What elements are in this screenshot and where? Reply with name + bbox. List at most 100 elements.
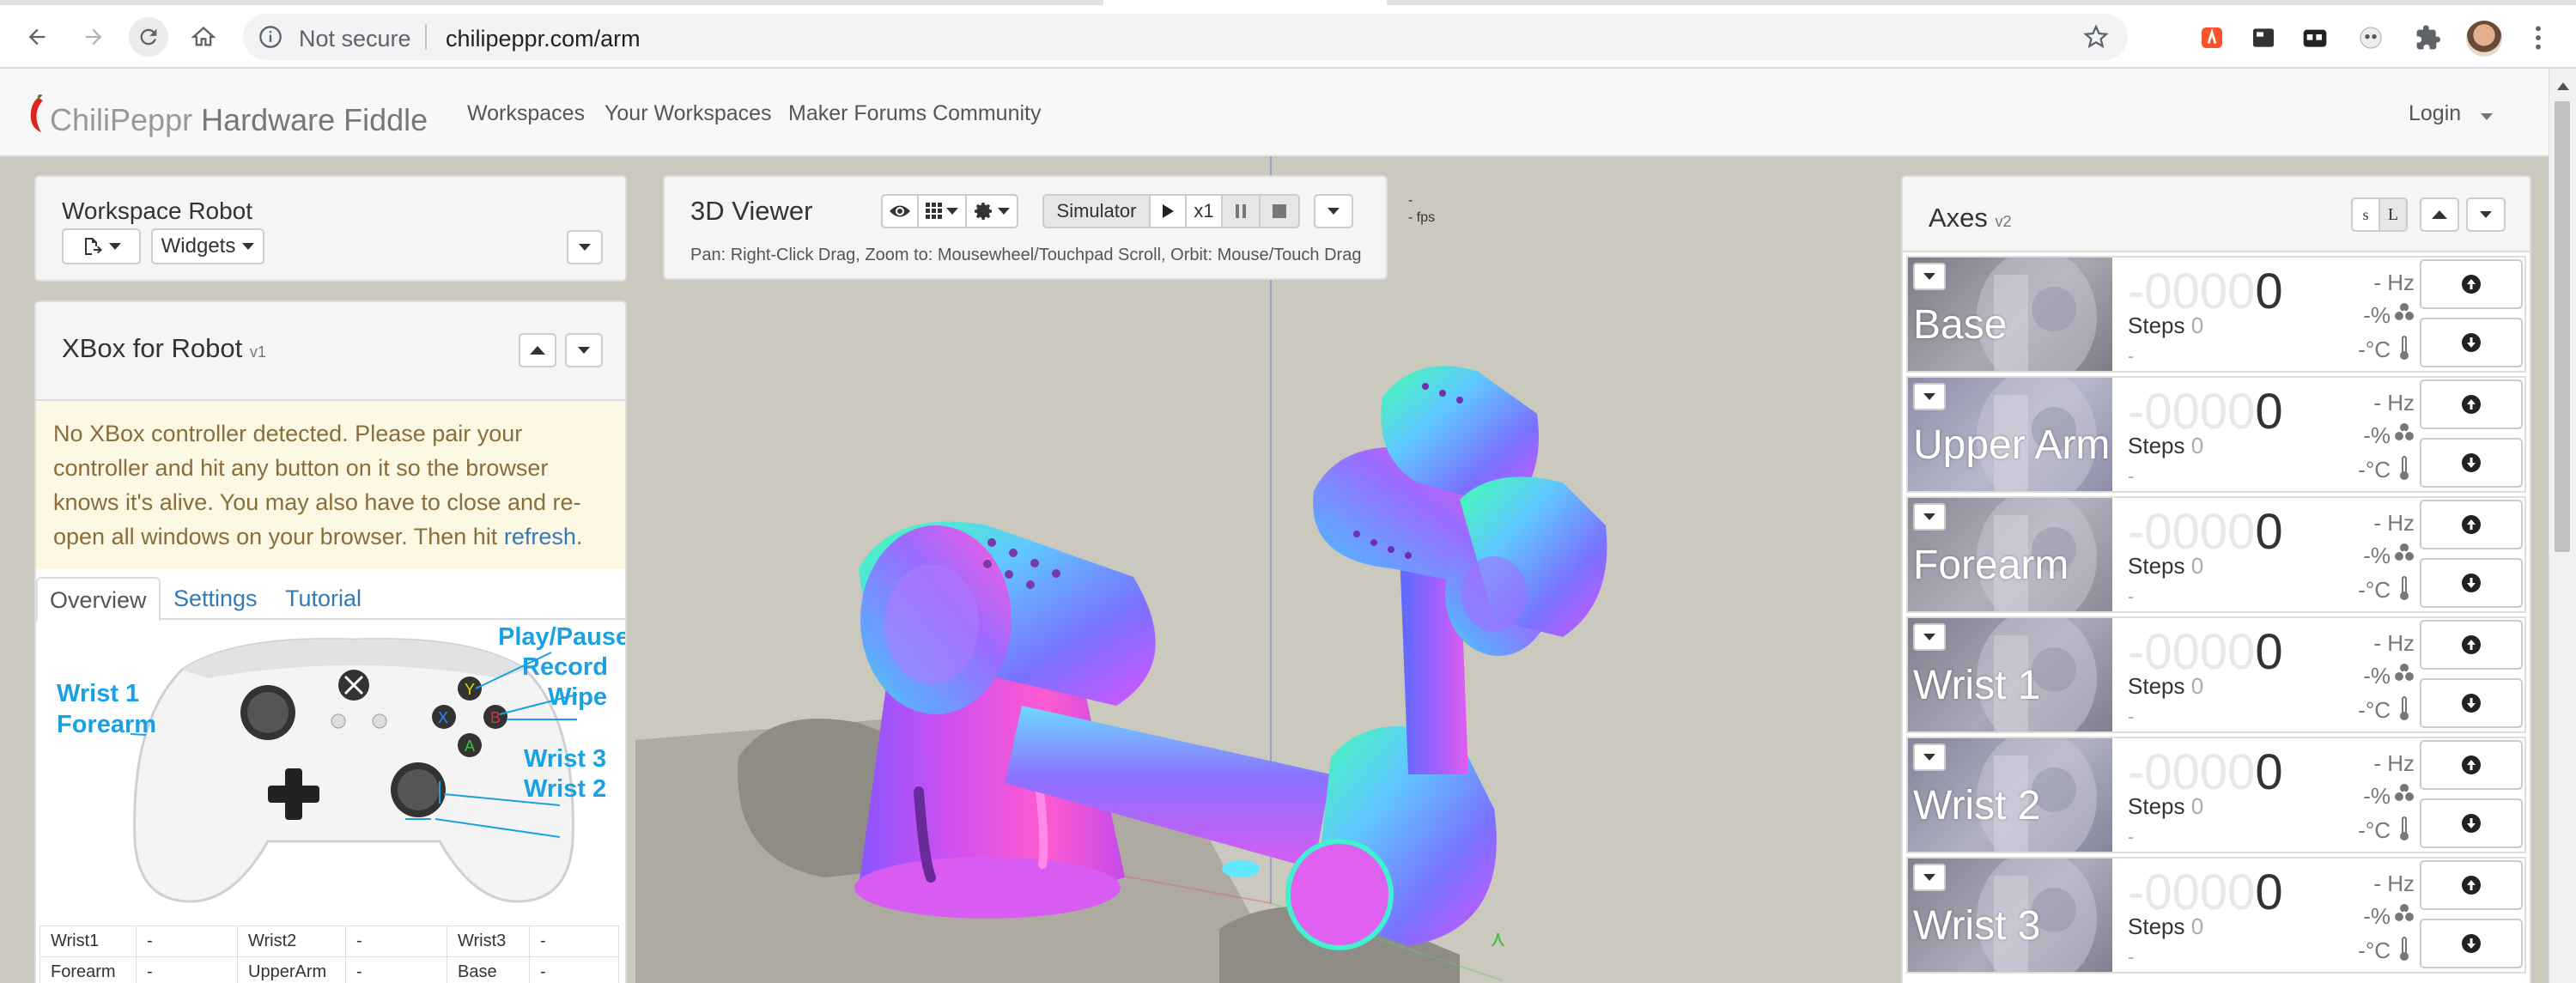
thermometer-icon — [2400, 937, 2409, 961]
scrollbar-thumb[interactable] — [2555, 101, 2570, 552]
nav-link-your-workspaces[interactable]: Your Workspaces — [605, 101, 772, 126]
workspace-import-button[interactable] — [62, 228, 141, 264]
axis-steps: Steps 0 — [2128, 433, 2203, 459]
home-button[interactable] — [184, 17, 223, 57]
back-button[interactable] — [17, 17, 57, 57]
arrow-circle-up-icon — [2462, 275, 2481, 294]
site-brand[interactable]: ChiliPeppr Hardware Fiddle — [26, 94, 428, 138]
axis-row: Forearm -00000 Steps 0-- Hz -% -°C — [1906, 496, 2526, 613]
table-cell: - — [529, 925, 619, 957]
tab-tutorial[interactable]: Tutorial — [273, 577, 374, 622]
pause-button[interactable] — [1221, 194, 1261, 228]
table-cell: - — [529, 956, 619, 983]
xbox-collapse-button[interactable] — [519, 333, 556, 367]
nav-link-maker-forums[interactable]: Maker Forums Community — [788, 101, 1042, 126]
star-icon[interactable] — [2083, 24, 2109, 50]
jog-down-button[interactable] — [2420, 678, 2523, 728]
forward-button[interactable] — [74, 17, 113, 57]
caret-down-icon — [2481, 113, 2494, 120]
axes-menu-button[interactable] — [2466, 197, 2506, 232]
axis-thumbnail: Forearm — [1908, 498, 2112, 611]
jog-down-button[interactable] — [2420, 318, 2523, 367]
steps-label: Steps — [2128, 433, 2185, 458]
brand-first-word: ChiliPeppr — [50, 102, 193, 137]
steps-value: 0 — [2190, 913, 2204, 939]
jog-down-button[interactable] — [2420, 798, 2523, 848]
jog-down-button[interactable] — [2420, 558, 2523, 608]
home-icon — [191, 26, 216, 46]
axis-dropdown-button[interactable] — [1913, 263, 1946, 290]
axes-collapse-button[interactable] — [2420, 197, 2459, 232]
jog-down-button[interactable] — [2420, 919, 2523, 968]
axis-steps: Steps 0 — [2128, 793, 2203, 820]
browser-toolbar: Not secure chilipeppr.com/arm — [0, 5, 2576, 69]
scroll-up-arrow-icon[interactable] — [2557, 82, 2569, 90]
axis-readout: -00000 Steps 0-- Hz -% -°C — [2112, 498, 2415, 611]
arrow-circle-up-icon — [2462, 635, 2481, 654]
b-button-letter: B — [490, 709, 501, 726]
jog-up-button[interactable] — [2420, 620, 2523, 670]
jog-up-button[interactable] — [2420, 259, 2523, 309]
axis-dropdown-button[interactable] — [1913, 864, 1946, 891]
info-icon[interactable] — [258, 25, 283, 49]
reload-button[interactable] — [129, 17, 168, 57]
axis-dropdown-button[interactable] — [1913, 623, 1946, 651]
stop-button[interactable] — [1259, 194, 1300, 228]
viewer-settings-button[interactable] — [965, 194, 1018, 228]
browser-menu-icon[interactable] — [2533, 24, 2543, 52]
caret-down-icon — [1923, 273, 1935, 280]
axis-dropdown-button[interactable] — [1913, 383, 1946, 410]
axis-dropdown-button[interactable] — [1913, 503, 1946, 531]
axis-position: -00000 — [2128, 263, 2283, 320]
login-menu[interactable]: Login — [2409, 101, 2494, 126]
play-button[interactable] — [1149, 194, 1187, 228]
axis-row: Base -00000 Steps 0-- Hz -% -°C — [1906, 256, 2526, 373]
panda-extension-icon[interactable] — [2357, 24, 2385, 52]
speed-button[interactable]: x1 — [1185, 194, 1223, 228]
jog-down-button[interactable] — [2420, 438, 2523, 488]
url-text[interactable]: chilipeppr.com/arm — [446, 26, 641, 52]
xbox-title: XBox for Robot v1 — [62, 333, 266, 364]
address-bar[interactable]: Not secure chilipeppr.com/arm — [243, 14, 2128, 60]
axis-position: -00000 — [2128, 503, 2283, 561]
tab-extension-icon[interactable] — [2301, 24, 2329, 52]
viewer-menu-button[interactable] — [1314, 194, 1353, 228]
size-small-button[interactable]: s — [2351, 197, 2380, 232]
arrow-circle-up-icon — [2462, 515, 2481, 534]
tab-overview[interactable]: Overview — [36, 577, 161, 622]
nav-link-workspaces[interactable]: Workspaces — [467, 101, 585, 126]
steps-label: Steps — [2128, 793, 2185, 819]
jog-up-button[interactable] — [2420, 860, 2523, 910]
simulator-button[interactable]: Simulator — [1042, 194, 1151, 228]
viewer-grid-button[interactable] — [917, 194, 967, 228]
xbox-panel: XBox for Robot v1 No XBox controller det… — [34, 300, 627, 983]
steps-label: Steps — [2128, 913, 2185, 939]
jog-up-button[interactable] — [2420, 500, 2523, 549]
axis-position: -00000 — [2128, 743, 2283, 801]
axis-extra: - — [2128, 345, 2135, 367]
eye-icon — [890, 205, 910, 217]
workspace-menu-button[interactable] — [567, 230, 603, 264]
screen-extension-icon[interactable] — [2250, 24, 2277, 52]
extensions-puzzle-icon[interactable] — [2415, 24, 2442, 52]
profile-avatar[interactable] — [2466, 21, 2502, 57]
table-cell: Forearm — [39, 956, 137, 983]
arrow-circle-down-icon — [2462, 934, 2481, 953]
fps-counter: - - fps — [1408, 192, 1435, 227]
alert-end: . — [575, 524, 583, 549]
axis-dropdown-button[interactable] — [1913, 743, 1946, 771]
site-navbar: ChiliPeppr Hardware Fiddle Workspaces Yo… — [0, 69, 2549, 156]
axis-temperature: -°C — [2358, 577, 2391, 603]
widgets-dropdown-button[interactable]: Widgets — [151, 228, 264, 264]
refresh-link[interactable]: refresh — [504, 524, 576, 549]
fps-value: - — [1408, 193, 1413, 208]
viewer-visibility-button[interactable] — [881, 194, 919, 228]
axis-readout: -00000 Steps 0-- Hz -% -°C — [2112, 378, 2415, 491]
jog-up-button[interactable] — [2420, 740, 2523, 790]
brave-extension-icon[interactable] — [2198, 24, 2226, 52]
caret-down-icon — [1923, 874, 1935, 881]
tab-settings[interactable]: Settings — [161, 577, 270, 622]
jog-up-button[interactable] — [2420, 379, 2523, 429]
size-large-button[interactable]: L — [2379, 197, 2408, 232]
xbox-menu-button[interactable] — [565, 333, 603, 367]
